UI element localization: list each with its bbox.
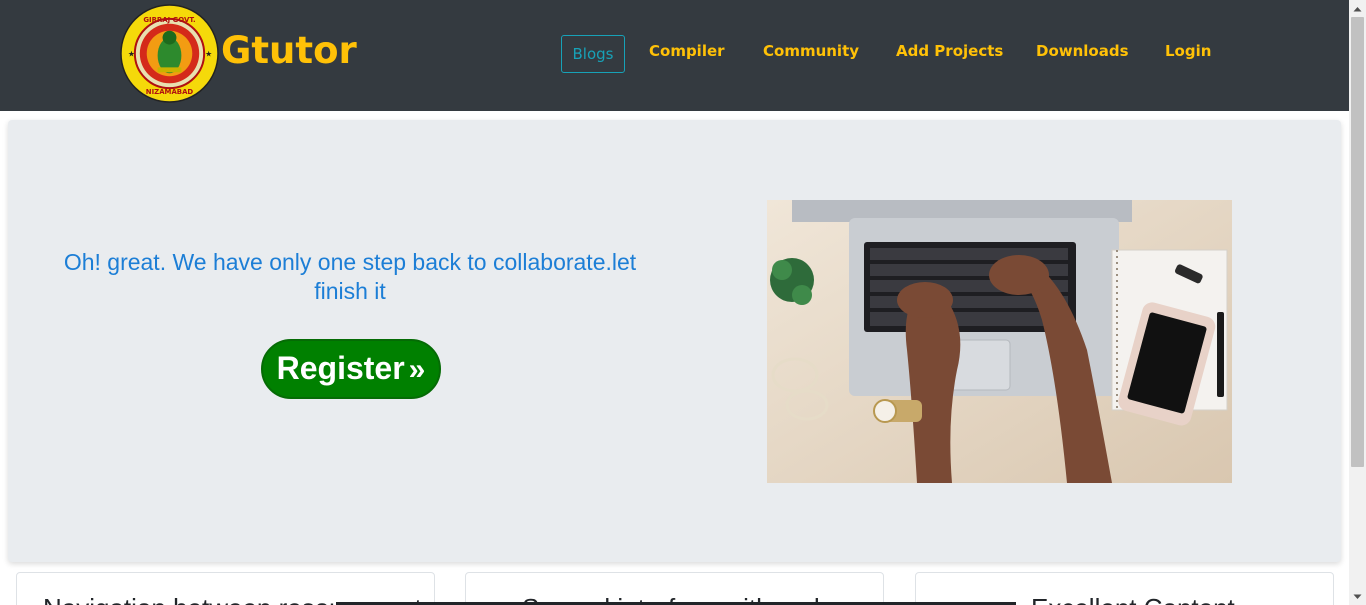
svg-text:★: ★ [205, 49, 212, 58]
register-label: Register [276, 350, 405, 386]
svg-text:GIRRAJ GOVT.: GIRRAJ GOVT. [143, 16, 195, 24]
register-button[interactable]: Register» [261, 339, 441, 399]
feature-card-3: Excellent Content [915, 572, 1334, 605]
feature-card-2: Several interface with code [465, 572, 884, 605]
navbar: GIRRAJ GOVT. NIZAMABAD ★ ★ Gtutor Blogs … [0, 0, 1349, 111]
hero-message: Oh! great. We have only one step back to… [63, 249, 637, 304]
double-chevron-right-icon: » [408, 353, 426, 386]
svg-text:NIZAMABAD: NIZAMABAD [146, 88, 194, 96]
nav-community[interactable]: Community [763, 39, 859, 63]
college-logo[interactable]: GIRRAJ GOVT. NIZAMABAD ★ ★ [120, 4, 219, 103]
nav-downloads[interactable]: Downloads [1036, 39, 1129, 63]
scroll-down-arrow-icon[interactable] [1349, 588, 1366, 605]
feature-card-1: Navigation between resources at [16, 572, 435, 605]
vertical-scrollbar[interactable] [1349, 0, 1366, 605]
scrollbar-thumb[interactable] [1351, 17, 1364, 467]
laptop-photo-illustration [767, 200, 1232, 483]
scroll-up-arrow-icon[interactable] [1349, 0, 1366, 17]
brand-name[interactable]: Gtutor [221, 28, 357, 74]
nav-compiler[interactable]: Compiler [649, 39, 725, 63]
laptop-typing-photo [767, 200, 1232, 483]
nav-login[interactable]: Login [1165, 39, 1211, 63]
nav-add-projects[interactable]: Add Projects [896, 39, 1003, 63]
svg-text:★: ★ [128, 49, 135, 58]
nav-blogs[interactable]: Blogs [561, 35, 625, 73]
